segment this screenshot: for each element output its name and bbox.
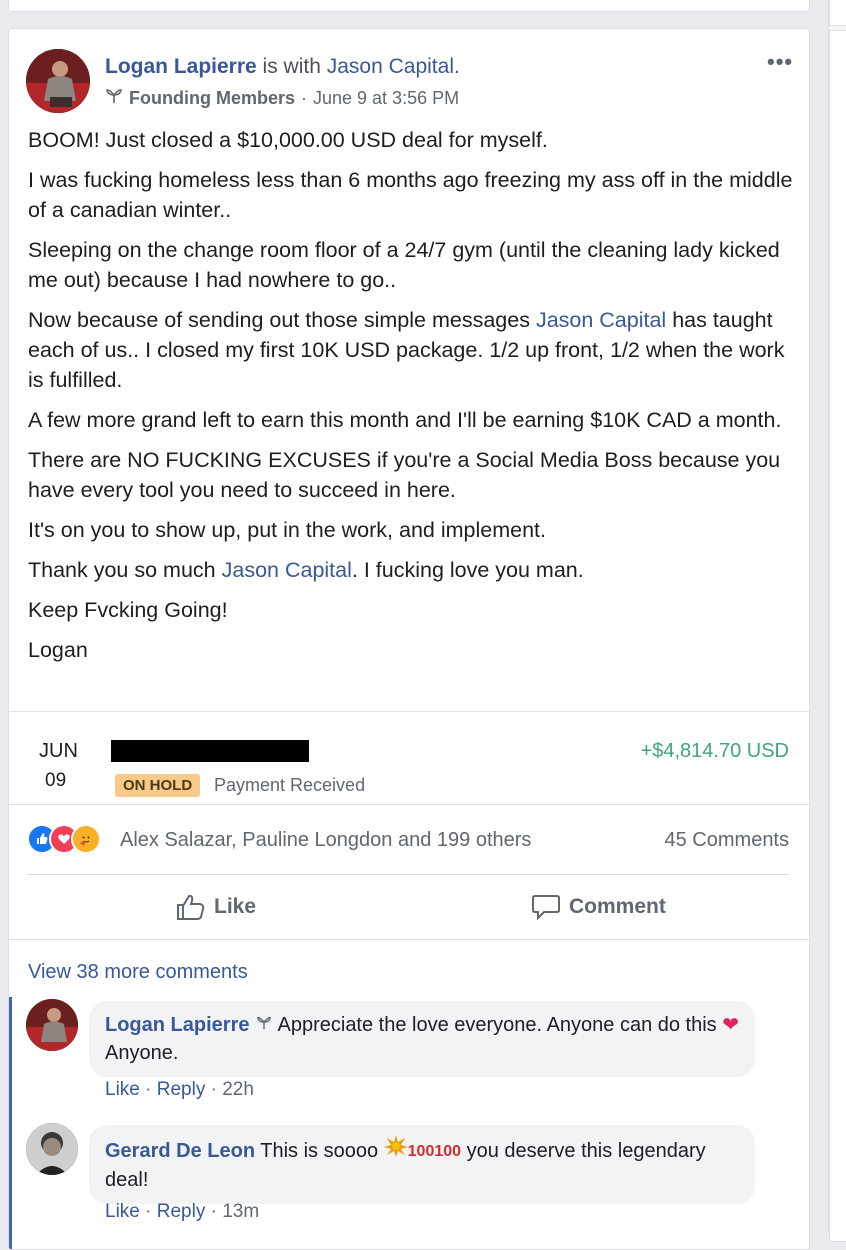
view-more-comments-link[interactable]: View 38 more comments	[28, 961, 248, 984]
comment-text: Appreciate the love everyone. Anyone can…	[277, 1014, 723, 1036]
right-sidebar-strip	[828, 0, 846, 1242]
like-button[interactable]: Like	[176, 889, 256, 925]
founding-member-badge-icon	[255, 1014, 273, 1036]
comment-bubble: Gerard De Leon This is soooo 100100 you …	[89, 1125, 755, 1204]
payment-day: 09	[45, 770, 67, 791]
comment-bubble: Logan Lapierre Appreciate the love every…	[89, 1001, 755, 1077]
comment-text: This is soooo	[260, 1140, 384, 1162]
comment-actions: Like · Reply · 22h	[105, 1079, 254, 1101]
group-badge-label[interactable]: Founding Members	[129, 88, 295, 109]
hundred-points-emoji-icon: 100	[407, 1142, 435, 1160]
post-paragraph: It's on you to show up, put in the work,…	[28, 518, 546, 542]
post-paragraph: A few more grand left to earn this month…	[28, 408, 782, 432]
comment-time[interactable]: 13m	[222, 1201, 259, 1222]
post-paragraph: Now because of sending out those simple …	[28, 305, 800, 395]
post-text: Thank you so much	[28, 558, 222, 582]
comment-button[interactable]: Comment	[531, 889, 666, 925]
comments-count-link[interactable]: 45 Comments	[665, 829, 790, 852]
payment-screenshot: JUN 09 +$4,814.70 USD ON HOLD Payment Re…	[9, 711, 809, 805]
heart-emoji-icon: ❤	[722, 1014, 740, 1036]
redaction-bar	[111, 740, 309, 762]
previous-post-card	[8, 0, 810, 12]
reaction-icons[interactable]	[27, 824, 115, 854]
thumbs-up-icon	[177, 894, 205, 920]
post-text: . I fucking love you man.	[351, 558, 584, 582]
sidebar-card	[829, 0, 846, 26]
comment-time[interactable]: 22h	[222, 1079, 254, 1100]
comments-divider	[9, 939, 809, 940]
reaction-names-link[interactable]: Alex Salazar, Pauline Longdon and 199 ot…	[120, 829, 531, 852]
post-text: Now because of sending out those simple …	[28, 308, 536, 332]
post-paragraph: Logan	[28, 638, 88, 662]
comment-actions: Like · Reply · 13m	[105, 1201, 259, 1223]
payment-month: JUN	[39, 740, 78, 762]
collision-emoji-icon	[383, 1135, 408, 1162]
meta-separator: ·	[210, 1079, 223, 1100]
meta-separator: ·	[145, 1201, 157, 1222]
like-button-label: Like	[214, 895, 257, 918]
care-reaction-icon	[71, 824, 101, 854]
post-card: Logan Lapierre is with Jason Capital. Fo…	[8, 28, 810, 1250]
meta-separator: ·	[210, 1201, 223, 1222]
actions-divider-top	[27, 874, 789, 875]
author-avatar[interactable]	[26, 49, 90, 113]
comment-highlight-bar	[9, 997, 12, 1249]
meta-separator: ·	[301, 88, 307, 108]
post-timestamp[interactable]: June 9 at 3:56 PM	[313, 88, 459, 109]
post-body: BOOM! Just closed a $10,000.00 USD deal …	[28, 125, 800, 675]
comment-text: Anyone.	[105, 1042, 179, 1064]
more-options-icon[interactable]: •••	[767, 49, 793, 75]
comment-reply-link[interactable]: Reply	[157, 1201, 206, 1222]
author-name-link[interactable]: Logan Lapierre	[105, 55, 257, 78]
post-paragraph: There are NO FUCKING EXCUSES if you're a…	[28, 448, 781, 502]
hundred-points-emoji-icon: 100	[434, 1142, 462, 1160]
post-header: Logan Lapierre is with Jason Capital.	[105, 55, 460, 79]
payment-status-text: Payment Received	[214, 775, 366, 795]
payment-amount: +$4,814.70 USD	[640, 740, 789, 762]
comment-button-label: Comment	[569, 895, 666, 918]
commenter-avatar[interactable]	[26, 999, 78, 1051]
post-paragraph: Thank you so much Jason Capital. I fucki…	[28, 555, 800, 585]
on-hold-badge: ON HOLD	[115, 774, 201, 797]
post-paragraph: I was fucking homeless less than 6 month…	[28, 168, 793, 222]
post-paragraph: BOOM! Just closed a $10,000.00 USD deal …	[28, 128, 548, 152]
mention-link[interactable]: Jason Capital	[222, 558, 352, 582]
commenter-avatar[interactable]	[26, 1123, 78, 1175]
tagged-person-link[interactable]: Jason Capital.	[327, 55, 460, 78]
sidebar-card	[829, 30, 846, 1242]
post-paragraph: Keep Fvcking Going!	[28, 598, 228, 622]
meta-separator: ·	[145, 1079, 157, 1100]
with-text: is with	[262, 55, 321, 78]
post-meta: Founding Members · June 9 at 3:56 PM	[105, 87, 459, 110]
mention-link[interactable]: Jason Capital	[536, 308, 666, 332]
comment-reply-link[interactable]: Reply	[157, 1079, 206, 1100]
founding-member-badge-icon	[105, 87, 123, 110]
comment-bubble-icon	[532, 895, 560, 921]
post-paragraph: Sleeping on the change room floor of a 2…	[28, 238, 780, 292]
comment-like-link[interactable]: Like	[105, 1201, 140, 1222]
comment-like-link[interactable]: Like	[105, 1079, 140, 1100]
commenter-name-link[interactable]: Gerard De Leon	[105, 1140, 255, 1162]
commenter-name-link[interactable]: Logan Lapierre	[105, 1014, 249, 1036]
reactions-bar: Alex Salazar, Pauline Longdon and 199 ot…	[9, 804, 809, 874]
